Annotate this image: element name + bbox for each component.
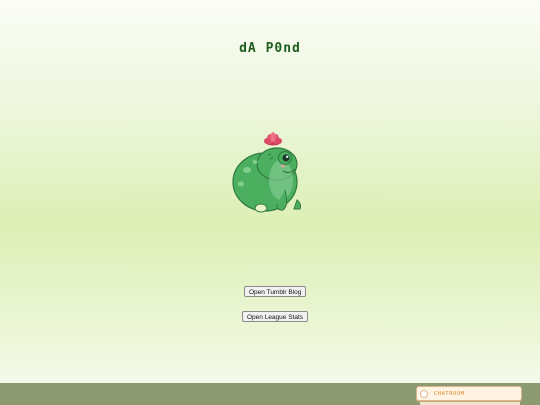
chatroom-label: CHATROOM bbox=[434, 390, 465, 397]
open-tumblr-blog-button[interactable]: Open Tumblr Blog bbox=[244, 286, 307, 297]
chatroom-tab[interactable]: CHATROOM bbox=[416, 386, 522, 401]
open-league-stats-button[interactable]: Open League Stats bbox=[242, 311, 309, 322]
frog-with-flower-icon bbox=[225, 128, 315, 218]
chat-status-icon bbox=[420, 389, 428, 398]
page-title: dA P0nd bbox=[239, 41, 301, 56]
